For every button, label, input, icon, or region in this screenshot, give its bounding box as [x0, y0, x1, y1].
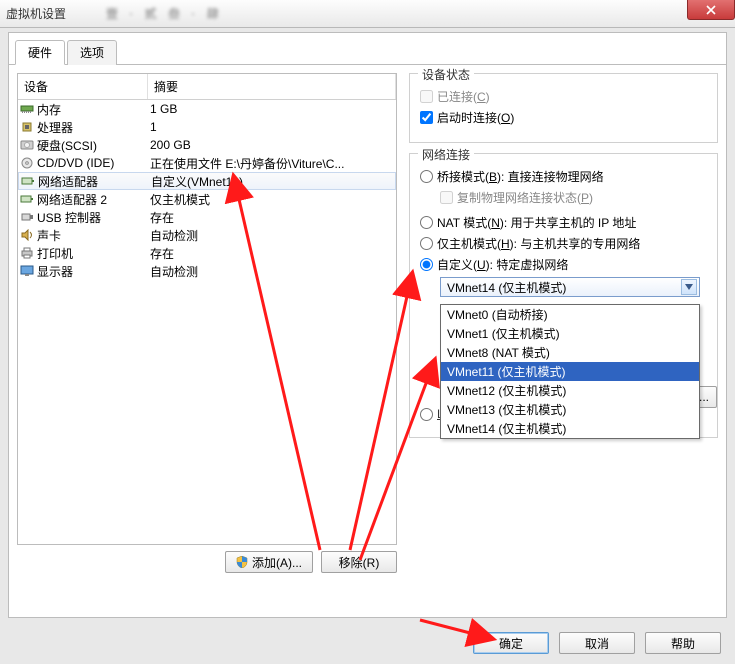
device-name: 网络适配器 2 [37, 191, 107, 208]
device-row[interactable]: 打印机 存在 [18, 244, 396, 262]
usb-icon [20, 211, 34, 223]
uac-shield-icon [236, 556, 248, 568]
device-row[interactable]: 声卡 自动检测 [18, 226, 396, 244]
help-label: 帮助 [671, 635, 695, 652]
vmnet-option[interactable]: VMnet13 (仅主机模式) [441, 400, 699, 419]
remove-label: 移除(R) [339, 554, 380, 571]
device-summary: 存在 [148, 245, 396, 262]
device-summary: 1 [148, 120, 396, 134]
remove-button[interactable]: 移除(R) [321, 551, 397, 573]
device-summary: 自动检测 [148, 263, 396, 280]
col-device: 设备 [18, 74, 148, 99]
right-pane: 设备状态 已连接(C) 启动时连接(O) 网络连接 [409, 73, 718, 579]
tab-bar: 硬件 选项 [9, 33, 726, 65]
device-summary: 200 GB [148, 138, 396, 152]
vmnet-option[interactable]: VMnet8 (NAT 模式) [441, 343, 699, 362]
device-name: 网络适配器 [38, 173, 98, 190]
device-name: USB 控制器 [37, 209, 101, 226]
titlebar: 虚拟机设置 壹 · 贰 叁 · 肆 [0, 0, 735, 28]
col-summary: 摘要 [148, 74, 396, 99]
group-device-status: 设备状态 已连接(C) 启动时连接(O) [409, 73, 718, 143]
device-name: 硬盘(SCSI) [37, 137, 97, 154]
device-name: 内存 [37, 101, 61, 118]
device-summary: 自动检测 [148, 227, 396, 244]
vmnet-option[interactable]: VMnet1 (仅主机模式) [441, 324, 699, 343]
cancel-button[interactable]: 取消 [559, 632, 635, 654]
help-button[interactable]: 帮助 [645, 632, 721, 654]
device-name: 打印机 [37, 245, 73, 262]
tab-options[interactable]: 选项 [67, 40, 117, 65]
bridged-radio[interactable] [420, 170, 433, 183]
device-row[interactable]: 网络适配器 自定义(VMnet14) [18, 172, 396, 190]
lan-segment-radio[interactable] [420, 408, 433, 421]
tab-hardware[interactable]: 硬件 [15, 40, 65, 65]
vmnet-selected: VMnet14 (仅主机模式) [447, 279, 566, 296]
device-row[interactable]: USB 控制器 存在 [18, 208, 396, 226]
net-icon [20, 193, 34, 205]
cd-icon [20, 157, 34, 169]
device-row[interactable]: 处理器 1 [18, 118, 396, 136]
legend-network-connection: 网络连接 [418, 146, 474, 163]
cancel-label: 取消 [585, 635, 609, 652]
vmnet-dropdown[interactable]: VMnet0 (自动桥接)VMnet1 (仅主机模式)VMnet8 (NAT 模… [440, 304, 700, 439]
dialog-button-bar: 确定 取消 帮助 [0, 632, 735, 654]
device-summary: 仅主机模式 [148, 191, 396, 208]
connect-at-poweron-checkbox[interactable] [420, 111, 433, 124]
custom-radio[interactable] [420, 258, 433, 271]
device-summary: 1 GB [148, 102, 396, 116]
device-name: 显示器 [37, 263, 73, 280]
left-pane: 设备 摘要 内存 1 GB 处理器 1 硬盘(SCSI) 200 GB CD/DVD (ID… [17, 73, 397, 579]
display-icon [20, 265, 34, 277]
ok-button[interactable]: 确定 [473, 632, 549, 654]
nat-label: NAT 模式(N): 用于共享主机的 IP 地址 [437, 214, 636, 231]
device-row[interactable]: 内存 1 GB [18, 100, 396, 118]
add-button[interactable]: 添加(A)... [225, 551, 313, 573]
hostonly-radio[interactable] [420, 237, 433, 250]
connected-checkbox [420, 90, 433, 103]
blurred-background: 壹 · 贰 叁 · 肆 [106, 5, 223, 22]
device-list[interactable]: 设备 摘要 内存 1 GB 处理器 1 硬盘(SCSI) 200 GB CD/DVD (ID… [17, 73, 397, 545]
device-row[interactable]: 网络适配器 2 仅主机模式 [18, 190, 396, 208]
device-summary: 正在使用文件 E:\丹婷备份\Viture\C... [148, 155, 396, 172]
disk-icon [20, 139, 34, 151]
hostonly-label: 仅主机模式(H): 与主机共享的专用网络 [437, 235, 640, 252]
connected-label: 已连接(C) [437, 88, 490, 105]
add-label: 添加(A)... [252, 554, 302, 571]
device-name: 处理器 [37, 119, 73, 136]
nat-radio[interactable] [420, 216, 433, 229]
connect-at-poweron-label: 启动时连接(O) [437, 109, 514, 126]
cpu-icon [20, 121, 34, 133]
printer-icon [20, 247, 34, 259]
device-list-header: 设备 摘要 [18, 74, 396, 100]
device-row[interactable]: 显示器 自动检测 [18, 262, 396, 280]
memory-icon [20, 103, 34, 115]
vmnet-option[interactable]: VMnet11 (仅主机模式) [441, 362, 699, 381]
device-row[interactable]: 硬盘(SCSI) 200 GB [18, 136, 396, 154]
window-close-button[interactable] [687, 0, 735, 20]
custom-label: 自定义(U): 特定虚拟网络 [437, 256, 568, 273]
device-summary: 存在 [148, 209, 396, 226]
dialog-frame: 硬件 选项 设备 摘要 内存 1 GB 处理器 1 硬盘(SCSI) 200 GB CD/D… [8, 32, 727, 618]
close-icon [706, 5, 716, 15]
net-icon [21, 175, 35, 187]
chevron-down-icon [681, 279, 697, 295]
device-name: 声卡 [37, 227, 61, 244]
legend-device-status: 设备状态 [418, 66, 474, 83]
replicate-label: 复制物理网络连接状态(P) [457, 189, 593, 206]
replicate-checkbox [440, 191, 453, 204]
device-name: CD/DVD (IDE) [37, 156, 114, 170]
device-summary: 自定义(VMnet14) [149, 173, 395, 190]
vmnet-option[interactable]: VMnet0 (自动桥接) [441, 305, 699, 324]
vmnet-combobox[interactable]: VMnet14 (仅主机模式) [440, 277, 700, 297]
sound-icon [20, 229, 34, 241]
device-row[interactable]: CD/DVD (IDE) 正在使用文件 E:\丹婷备份\Viture\C... [18, 154, 396, 172]
vmnet-option[interactable]: VMnet12 (仅主机模式) [441, 381, 699, 400]
bridged-label: 桥接模式(B): 直接连接物理网络 [437, 168, 604, 185]
ok-label: 确定 [499, 635, 523, 652]
group-network-connection: 网络连接 桥接模式(B): 直接连接物理网络 复制物理网络连接状态(P) NAT… [409, 153, 718, 438]
vmnet-option[interactable]: VMnet14 (仅主机模式) [441, 419, 699, 438]
window-title: 虚拟机设置 [6, 5, 66, 22]
